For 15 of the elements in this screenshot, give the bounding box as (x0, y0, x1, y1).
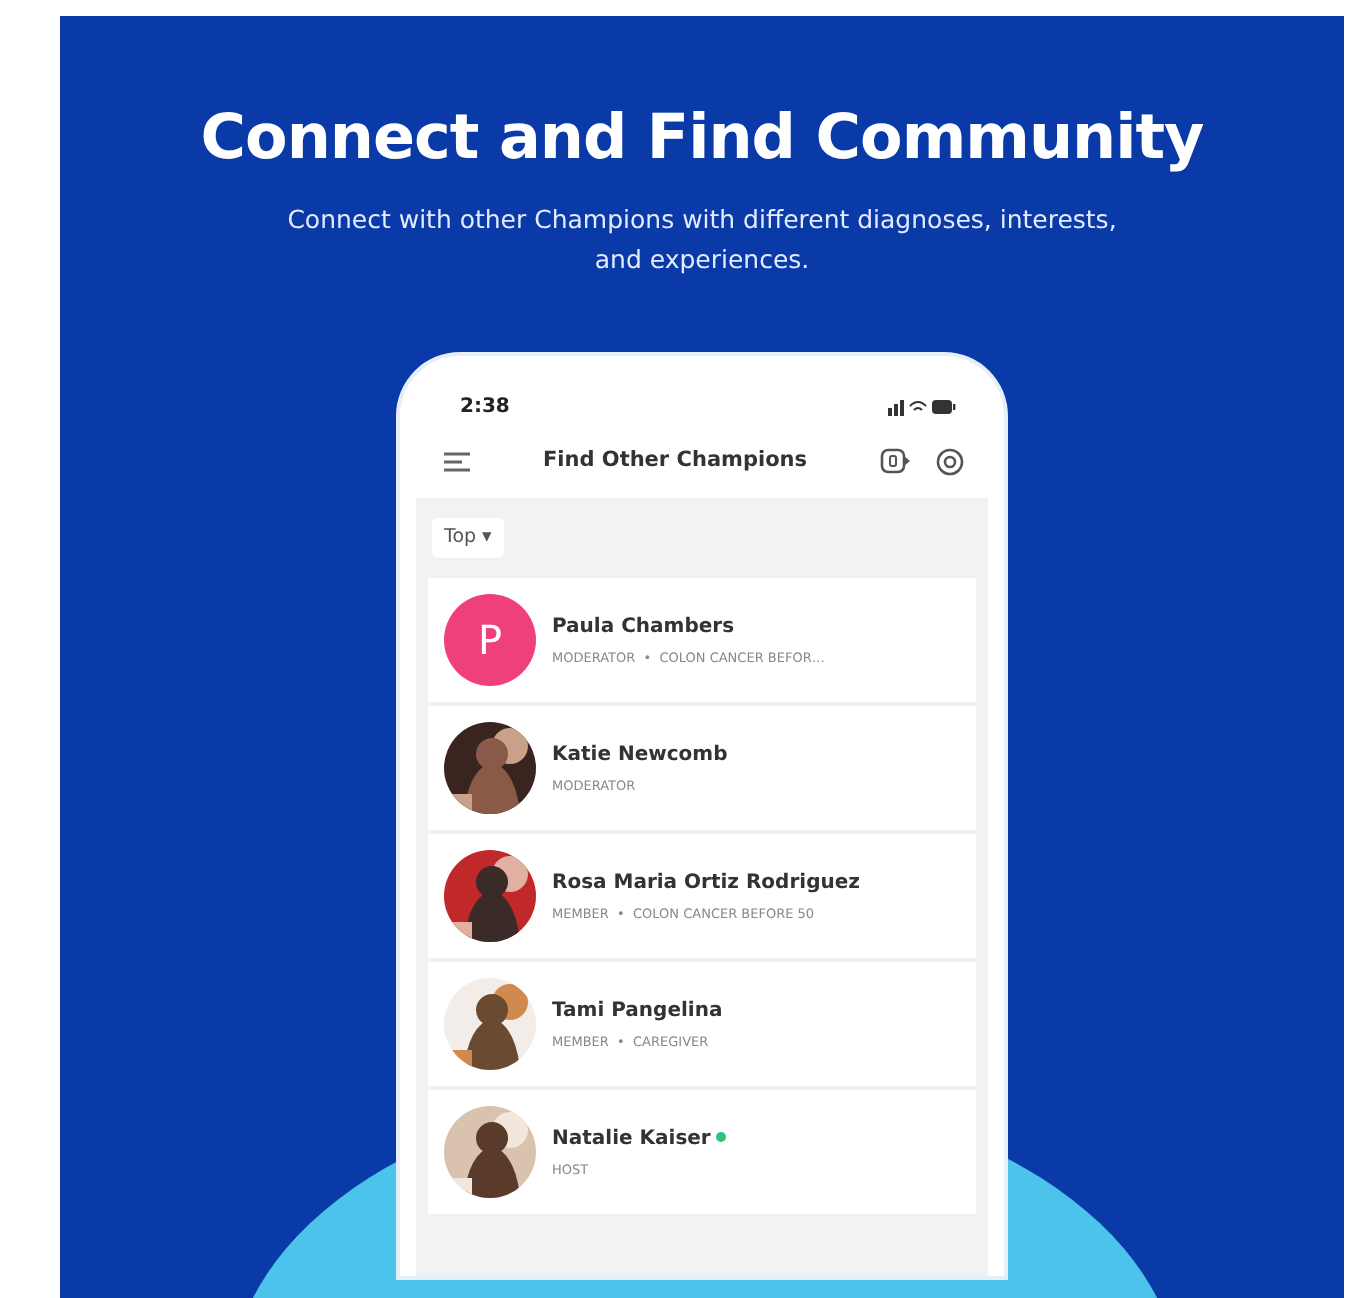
member-name: Tami Pangelina (552, 999, 723, 1022)
sort-dropdown[interactable]: Top ▾ (432, 517, 504, 558)
member-name: Rosa Maria Ortiz Rodriguez (552, 871, 860, 894)
status-icons (888, 397, 956, 416)
screen-title: Find Other Champions (540, 445, 810, 476)
subheadline: Connect with other Champions with different diagnoses, interests, and experiences. (285, 202, 1119, 278)
member-name: Katie Newcomb (552, 743, 728, 766)
avatar: P (444, 593, 536, 686)
chat-icon[interactable] (880, 448, 912, 475)
status-time: 2:38 (460, 393, 510, 422)
headline: Connect and Find Community (198, 100, 1206, 177)
member-name: Natalie Kaiser (552, 1127, 711, 1150)
member-name: Paula Chambers (552, 615, 735, 638)
menu-icon[interactable] (444, 451, 470, 472)
settings-icon[interactable] (936, 447, 964, 476)
